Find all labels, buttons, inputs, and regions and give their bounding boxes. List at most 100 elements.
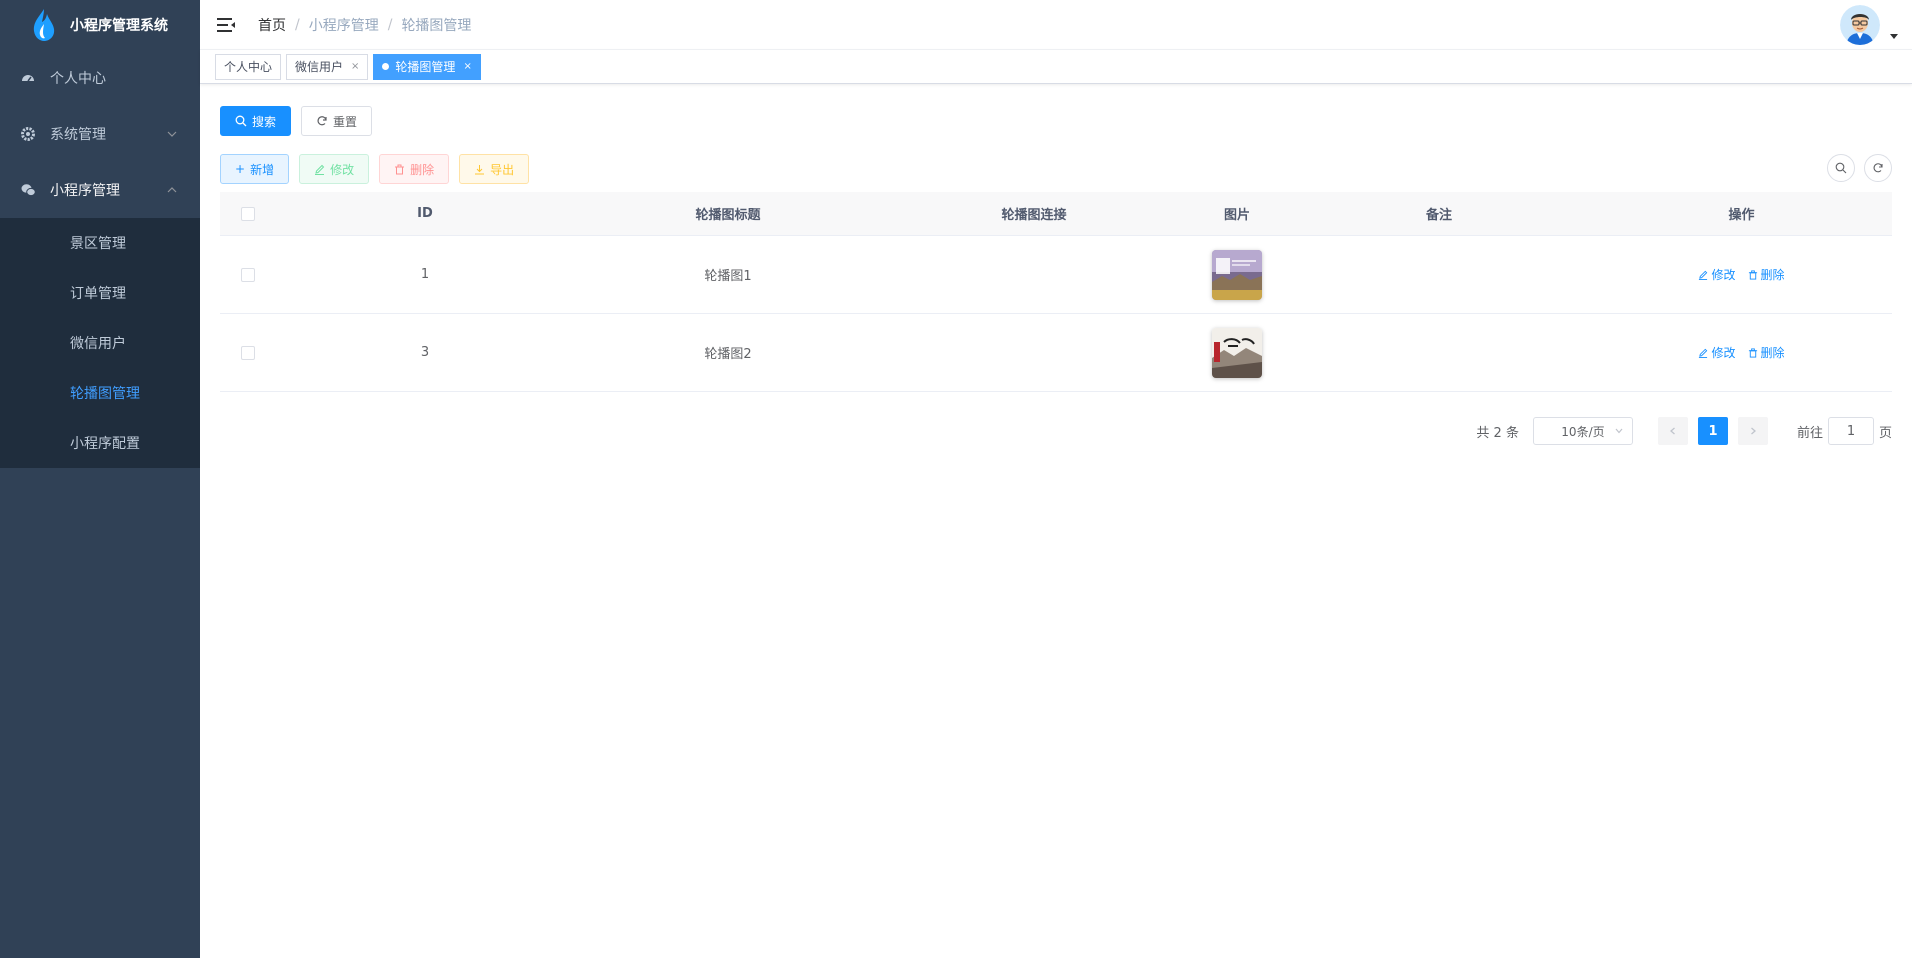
row-delete-link[interactable]: 删除 (1748, 266, 1785, 283)
delete-icon (1748, 347, 1757, 358)
carousel-thumbnail[interactable] (1212, 327, 1262, 378)
chevron-left-icon (1669, 427, 1675, 435)
row-delete-label: 删除 (1760, 346, 1785, 360)
sidebar-item-miniprogram-config[interactable]: 小程序配置 (0, 418, 200, 468)
cell-image (1187, 249, 1287, 300)
cell-title: 轮播图2 (704, 347, 752, 362)
download-icon (475, 164, 485, 174)
table-header: ID 轮播图标题 轮播图连接 图片 备注 操作 (220, 192, 1892, 236)
sidebar-item-personal-center[interactable]: 个人中心 (0, 50, 200, 106)
gear-icon (20, 126, 36, 142)
sidebar: 小程序管理系统 个人中心 系统管理 小程序管理 景区管理 订单管理 微信用户 轮… (0, 0, 200, 958)
sidebar-item-label: 个人中心 (50, 71, 106, 87)
chevron-down-icon (167, 131, 177, 137)
sidebar-item-label: 轮播图管理 (70, 386, 140, 402)
export-button[interactable]: 导出 (459, 154, 530, 184)
refresh-icon (317, 116, 327, 126)
right-tools (1818, 154, 1892, 182)
page-size-select[interactable]: 10条/页 (1532, 417, 1633, 445)
delete-button[interactable]: 删除 (379, 154, 450, 184)
header-note: 备注 (1425, 208, 1452, 223)
main-area: 首页 / 小程序管理 / 轮播图管理 个人中心 微信用户 × 轮播图管理 × 搜… (200, 0, 1912, 958)
carousel-table: ID 轮播图标题 轮播图连接 图片 备注 操作 1 轮播图1 修改 删除 3 轮… (220, 192, 1892, 392)
select-all-checkbox[interactable] (240, 206, 255, 221)
toggle-search-button[interactable] (1827, 154, 1855, 182)
submenu: 景区管理 订单管理 微信用户 轮播图管理 小程序配置 (0, 218, 200, 468)
cell-image (1187, 327, 1287, 378)
carousel-thumbnail[interactable] (1212, 249, 1262, 300)
page-size-value: 10条/页 (1561, 424, 1605, 439)
table-toolbar: + 新增 修改 删除 导出 (220, 154, 1892, 184)
search-button-label: 搜索 (252, 114, 277, 129)
sidebar-item-miniprogram[interactable]: 小程序管理 (0, 162, 200, 218)
cell-title: 轮播图1 (704, 269, 752, 284)
goto-prefix: 前往 (1796, 425, 1823, 441)
breadcrumb-home[interactable]: 首页 (258, 15, 286, 35)
edit-icon (1699, 348, 1708, 358)
tag-label: 个人中心 (224, 60, 273, 74)
search-actions: 搜索 重置 (220, 106, 1892, 136)
sidebar-item-carousel[interactable]: 轮播图管理 (0, 368, 200, 418)
row-edit-link[interactable]: 修改 (1698, 344, 1736, 361)
refresh-button[interactable] (1864, 154, 1892, 182)
navbar: 首页 / 小程序管理 / 轮播图管理 (200, 0, 1912, 50)
row-checkbox-cell (220, 345, 275, 360)
goto-page-input[interactable]: 1 (1827, 417, 1874, 445)
edit-button[interactable]: 修改 (299, 154, 370, 184)
cell-id: 1 (420, 267, 430, 282)
cell-operations: 修改 删除 (1591, 266, 1892, 283)
page-number-button[interactable]: 1 (1697, 417, 1728, 445)
header-link: 轮播图连接 (1001, 208, 1067, 223)
prev-page-button[interactable] (1657, 417, 1688, 445)
pagination: 共 2 条 10条/页 1 前往 1 页 (220, 417, 1892, 445)
sidebar-item-orders[interactable]: 订单管理 (0, 268, 200, 318)
row-checkbox-cell (220, 267, 275, 282)
close-icon[interactable]: × (463, 61, 471, 72)
active-dot-icon (382, 63, 390, 70)
edit-icon (1699, 270, 1708, 280)
header-title: 轮播图标题 (695, 208, 761, 223)
tag-carousel[interactable]: 轮播图管理 × (373, 53, 481, 80)
wechat-icon (20, 182, 36, 198)
header-operation: 操作 (1728, 208, 1755, 223)
cell-operations: 修改 删除 (1591, 344, 1892, 361)
header-id: ID (417, 206, 433, 221)
avatar[interactable] (1840, 5, 1880, 45)
breadcrumb-separator: / (387, 16, 393, 33)
edit-icon (315, 164, 325, 175)
chevron-right-icon (1751, 427, 1756, 435)
add-button[interactable]: + 新增 (220, 154, 290, 184)
row-delete-link[interactable]: 删除 (1748, 344, 1785, 361)
row-checkbox[interactable] (240, 345, 255, 360)
sidebar-item-label: 景区管理 (70, 236, 126, 252)
sidebar-item-wechat-users[interactable]: 微信用户 (0, 318, 200, 368)
close-icon[interactable]: × (351, 61, 359, 72)
sidebar-item-label: 订单管理 (70, 286, 126, 302)
row-checkbox[interactable] (240, 267, 255, 282)
breadcrumb-miniprogram: 小程序管理 (308, 17, 379, 34)
sidebar-item-scenic[interactable]: 景区管理 (0, 218, 200, 268)
search-button[interactable]: 搜索 (220, 106, 292, 136)
delete-icon (1748, 269, 1757, 280)
edit-button-label: 修改 (330, 162, 355, 177)
content: 搜索 重置 + 新增 修改 删除 导出 ID 轮播图标题 轮播图连接 图片 备注… (200, 84, 1912, 445)
page-jumper: 前往 1 页 (1797, 417, 1892, 445)
hamburger-icon[interactable] (216, 15, 236, 35)
goto-suffix: 页 (1878, 425, 1892, 441)
export-button-label: 导出 (490, 162, 515, 177)
sidebar-item-system[interactable]: 系统管理 (0, 106, 200, 162)
tags-view: 个人中心 微信用户 × 轮播图管理 × (200, 50, 1912, 84)
row-edit-link[interactable]: 修改 (1698, 266, 1736, 283)
reset-button[interactable]: 重置 (301, 106, 373, 136)
flame-logo-icon (33, 9, 55, 41)
caret-down-icon[interactable] (1890, 34, 1898, 39)
breadcrumb-separator: / (295, 16, 300, 33)
header-checkbox-cell (220, 206, 275, 221)
plus-icon: + (235, 162, 246, 176)
tag-personal-center[interactable]: 个人中心 (215, 53, 282, 80)
next-page-button[interactable] (1737, 417, 1768, 445)
user-menu[interactable] (1840, 5, 1898, 45)
row-edit-label: 修改 (1711, 346, 1736, 360)
tag-wechat-users[interactable]: 微信用户 × (286, 53, 369, 80)
delete-button-label: 删除 (410, 162, 435, 177)
